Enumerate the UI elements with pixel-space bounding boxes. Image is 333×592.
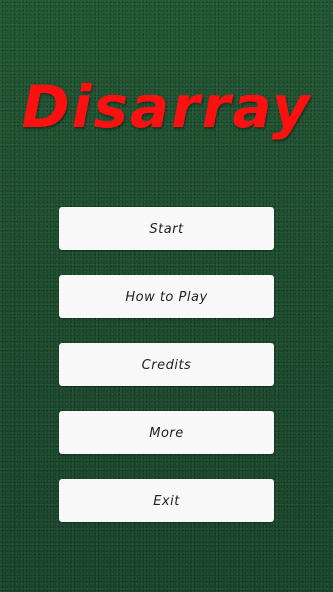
more-button[interactable]: More: [59, 411, 274, 454]
how-to-play-button[interactable]: How to Play: [59, 275, 274, 318]
game-title: Disarray: [21, 73, 312, 141]
credits-button[interactable]: Credits: [59, 343, 274, 386]
start-button[interactable]: Start: [59, 207, 274, 250]
exit-button[interactable]: Exit: [59, 479, 274, 522]
main-menu: Start How to Play Credits More Exit: [59, 207, 274, 547]
